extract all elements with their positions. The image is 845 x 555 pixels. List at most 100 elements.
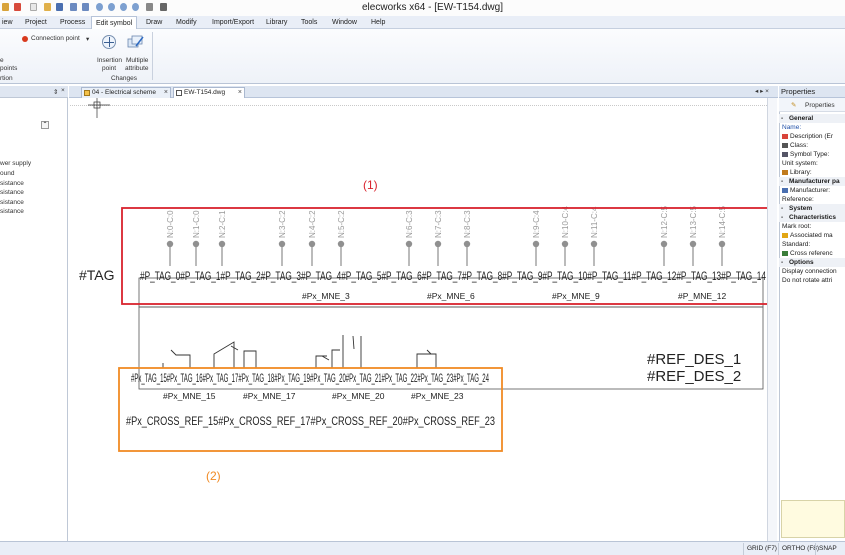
pin-dot[interactable] bbox=[532, 240, 540, 248]
tree-item[interactable]: ound bbox=[0, 170, 14, 177]
multiple-attribute-icon[interactable] bbox=[127, 34, 145, 49]
property-row[interactable]: Library: bbox=[782, 168, 845, 177]
close-icon[interactable]: × bbox=[238, 88, 242, 98]
property-label: Manufacturer: bbox=[790, 187, 831, 194]
pin-dot[interactable] bbox=[718, 240, 726, 248]
properties-section[interactable]: Options bbox=[779, 258, 845, 267]
property-row[interactable]: Display connection bbox=[782, 267, 845, 276]
pin-dot[interactable] bbox=[463, 240, 471, 248]
menu-tools[interactable]: Tools bbox=[301, 16, 317, 29]
pin-dot[interactable] bbox=[166, 240, 174, 248]
property-row[interactable]: Manufacturer: bbox=[782, 186, 845, 195]
snap-toggle[interactable]: SNAP (F9 bbox=[815, 543, 845, 555]
mne-label: #Px_MNE_20 bbox=[332, 391, 385, 401]
tab-ew-t154[interactable]: EW-T154.dwg × bbox=[173, 87, 245, 98]
tree-item[interactable]: sistance bbox=[0, 180, 24, 187]
menu-import-export[interactable]: Import/Export bbox=[212, 16, 254, 29]
properties-section[interactable]: Characteristics bbox=[779, 213, 845, 222]
insertion-point-label-2[interactable]: point bbox=[102, 65, 116, 72]
menu-help[interactable]: Help bbox=[371, 16, 385, 29]
property-row[interactable]: Cross referenc bbox=[782, 249, 845, 258]
property-label: General bbox=[789, 115, 814, 122]
pin-dot[interactable] bbox=[278, 240, 286, 248]
pin-tags-row: #P_TAG_0#P_TAG_1#P_TAG_2#P_TAG_3#P_TAG_4… bbox=[140, 269, 766, 283]
connection-point-button[interactable]: Connection point bbox=[31, 35, 80, 42]
pin-dot[interactable] bbox=[689, 240, 697, 248]
properties-section[interactable]: Manufacturer pa bbox=[779, 177, 845, 186]
tree-item[interactable]: sistance bbox=[0, 189, 24, 196]
pin-label: N:7-C:3 bbox=[434, 210, 443, 238]
properties-description bbox=[781, 500, 845, 538]
pin-label: N:13-C:5 bbox=[689, 205, 698, 238]
menu-window[interactable]: Window bbox=[332, 16, 357, 29]
ortho-toggle[interactable]: ORTHO (F8) bbox=[778, 543, 819, 555]
property-label: Cross referenc bbox=[790, 250, 833, 257]
ribbon-separator bbox=[152, 32, 153, 80]
tree-item[interactable]: sistance bbox=[0, 208, 24, 215]
property-row[interactable]: Symbol Type: bbox=[782, 150, 845, 159]
pin-dot[interactable] bbox=[192, 240, 200, 248]
insertion-point-icon[interactable] bbox=[102, 35, 116, 49]
property-label: Standard: bbox=[782, 241, 811, 248]
property-row[interactable]: Standard: bbox=[782, 240, 845, 249]
annotation-label-2: (2) bbox=[206, 469, 221, 483]
properties-section[interactable]: System bbox=[779, 204, 845, 213]
menu-edit-symbol[interactable]: Edit symbol bbox=[91, 16, 138, 30]
pin-dot[interactable] bbox=[308, 240, 316, 248]
close-icon[interactable]: × bbox=[61, 87, 65, 94]
properties-section[interactable]: General bbox=[779, 114, 845, 123]
class-icon bbox=[782, 142, 788, 148]
menu-draw[interactable]: Draw bbox=[146, 16, 162, 29]
tab-navigation[interactable]: ◂ ▸ × bbox=[755, 87, 769, 95]
close-icon[interactable]: × bbox=[164, 88, 168, 98]
pin-dot[interactable] bbox=[337, 240, 345, 248]
vertical-scrollbar[interactable] bbox=[767, 98, 777, 541]
menu-project[interactable]: Project bbox=[25, 16, 47, 29]
pin-dot[interactable] bbox=[561, 240, 569, 248]
property-row[interactable]: Unit system: bbox=[782, 159, 845, 168]
property-row[interactable]: Description (Er bbox=[782, 132, 845, 141]
tree-item[interactable]: wer supply bbox=[0, 160, 31, 167]
mne-label: #Px_MNE_6 bbox=[427, 291, 475, 301]
grid-toggle[interactable]: GRID (F7) bbox=[743, 543, 777, 555]
pin-dot[interactable] bbox=[590, 240, 598, 248]
tab-electrical-scheme[interactable]: 04 - Electrical scheme × bbox=[81, 87, 171, 98]
pin-label: N:5-C:2 bbox=[337, 210, 346, 238]
pin-label: N:12-C:5 bbox=[660, 205, 669, 238]
multiple-attribute-label-2[interactable]: attribute bbox=[125, 65, 149, 72]
property-row[interactable]: Reference: bbox=[782, 195, 845, 204]
pin-dot[interactable] bbox=[434, 240, 442, 248]
pin-label: N:1-C:0 bbox=[192, 210, 201, 238]
collapse-icon[interactable]: ⌃ bbox=[41, 121, 49, 129]
property-row[interactable]: Class: bbox=[782, 141, 845, 150]
pin-dot[interactable] bbox=[660, 240, 668, 248]
tree-item[interactable]: sistance bbox=[0, 199, 24, 206]
chevron-down-icon[interactable]: ▾ bbox=[86, 35, 89, 43]
menu-modify[interactable]: Modify bbox=[176, 16, 197, 29]
pin-icon[interactable]: ⇕ bbox=[53, 88, 58, 96]
menu-view[interactable]: iew bbox=[2, 16, 13, 29]
property-row[interactable]: Mark root: bbox=[782, 222, 845, 231]
pin-label: N:3-C:2 bbox=[278, 210, 287, 238]
pin-dot[interactable] bbox=[405, 240, 413, 248]
connection-point-icon[interactable] bbox=[22, 36, 28, 42]
properties-title: Properties bbox=[779, 86, 845, 98]
multiple-attribute-label[interactable]: Multiple bbox=[126, 57, 148, 64]
document-icon bbox=[176, 90, 182, 96]
property-label: Characteristics bbox=[789, 214, 836, 221]
edit-icon[interactable]: ✎ bbox=[791, 101, 796, 109]
property-label: Do not rotate attri bbox=[782, 277, 833, 284]
left-panel bbox=[0, 86, 68, 541]
property-row[interactable]: Associated ma bbox=[782, 231, 845, 240]
property-label: Name: bbox=[782, 124, 802, 131]
insertion-point-label[interactable]: Insertion bbox=[97, 57, 122, 64]
schematic-drawing[interactable]: N:0-C:0 N:1-C:0 N:2-C:1 N:3-C:2 N:4-C:2 N:5-C… bbox=[70, 98, 767, 541]
property-row[interactable]: Name: bbox=[782, 123, 845, 132]
properties-toolbar-label[interactable]: Properties bbox=[805, 102, 835, 109]
menu-library[interactable]: Library bbox=[266, 16, 287, 29]
menu-bar: iew Project Process Edit symbol Draw Mod… bbox=[0, 16, 845, 30]
property-label: Mark root: bbox=[782, 223, 812, 230]
menu-process[interactable]: Process bbox=[60, 16, 85, 29]
pin-dot[interactable] bbox=[218, 240, 226, 248]
property-row[interactable]: Do not rotate attri bbox=[782, 276, 845, 285]
